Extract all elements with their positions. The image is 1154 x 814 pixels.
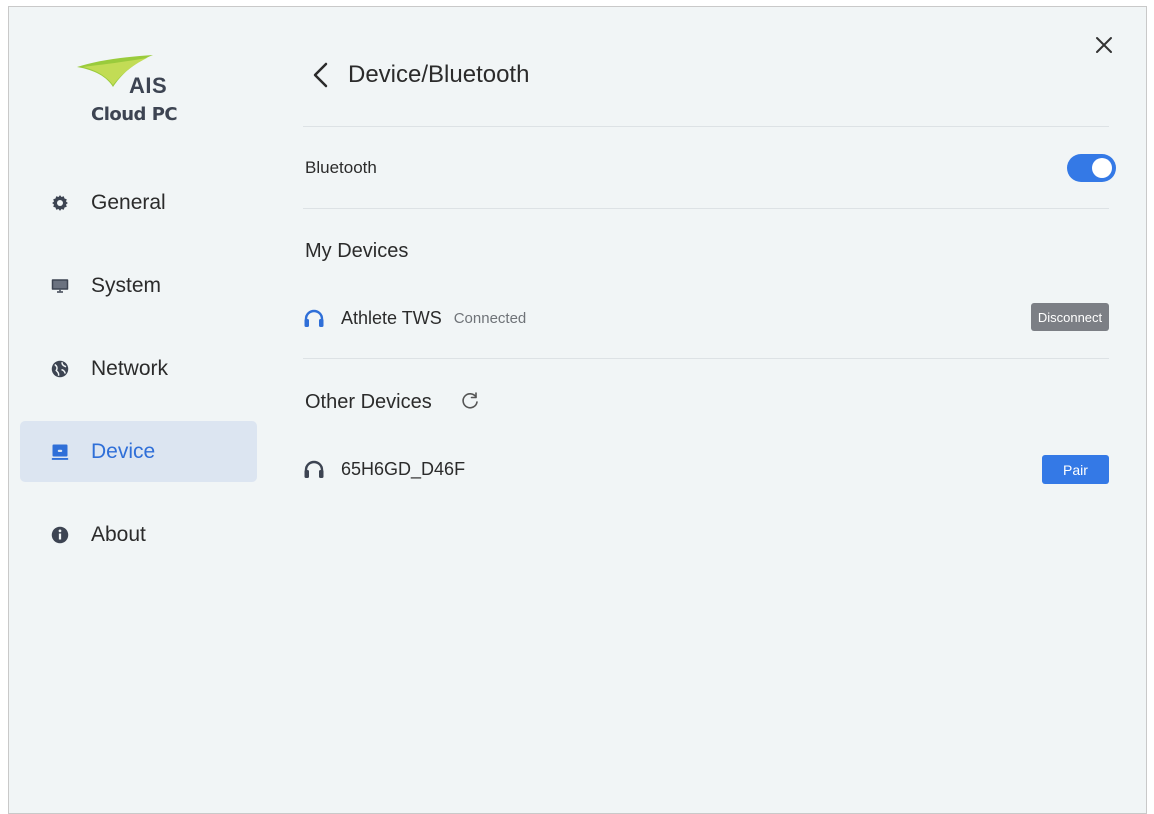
sidebar-item-label: Device [91,439,156,463]
bluetooth-toggle[interactable] [1067,154,1116,182]
sidebar-item-label: General [91,190,166,214]
page-header: Device/Bluetooth [303,55,529,95]
headphones-icon [304,460,324,478]
list-item: Athlete TWS Connected [303,303,526,333]
list-item: 65H6GD_D46F [303,454,465,484]
sidebar-item-system[interactable]: System [20,255,257,316]
disconnect-button[interactable]: Disconnect [1031,303,1109,331]
logo-brand-text: AIS [129,73,168,98]
pair-button[interactable]: Pair [1042,455,1109,484]
sidebar-item-label: Network [91,356,169,380]
page-title: Device/Bluetooth [348,61,530,88]
refresh-icon[interactable] [460,390,480,410]
other-devices-title: Other Devices [305,391,432,413]
logo-product-text: Cloud PC [91,104,178,125]
back-arrow-icon[interactable] [310,61,332,89]
sidebar-item-general[interactable]: General [20,172,257,233]
my-devices-title: My Devices [305,240,409,262]
sidebar-item-network[interactable]: Network [20,338,257,399]
headphones-icon [304,309,324,327]
ais-cloud-pc-logo: AIS Cloud PC [77,53,197,133]
monitor-icon [51,278,69,293]
sidebar-item-label: About [91,522,146,546]
sidebar: AIS Cloud PC General System Network Devi… [9,7,269,813]
divider [303,358,1109,359]
gear-icon [52,194,68,211]
sidebar-item-label: System [91,273,162,297]
sidebar-item-device[interactable]: Device [20,421,257,482]
toggle-knob [1092,158,1112,178]
divider [303,208,1109,209]
divider [303,126,1109,127]
main-panel: Device/Bluetooth Bluetooth My Devices At… [303,7,1116,813]
settings-window: AIS Cloud PC General System Network Devi… [8,6,1147,814]
device-name: 65H6GD_D46F [341,458,466,479]
sidebar-nav: General System Network Device About [20,172,257,587]
info-icon [51,526,69,543]
device-icon [51,444,69,460]
globe-icon [51,360,69,377]
sidebar-item-about[interactable]: About [20,504,257,565]
device-status: Connected [453,309,527,327]
bluetooth-label: Bluetooth [305,158,377,177]
device-name: Athlete TWS [341,307,442,328]
